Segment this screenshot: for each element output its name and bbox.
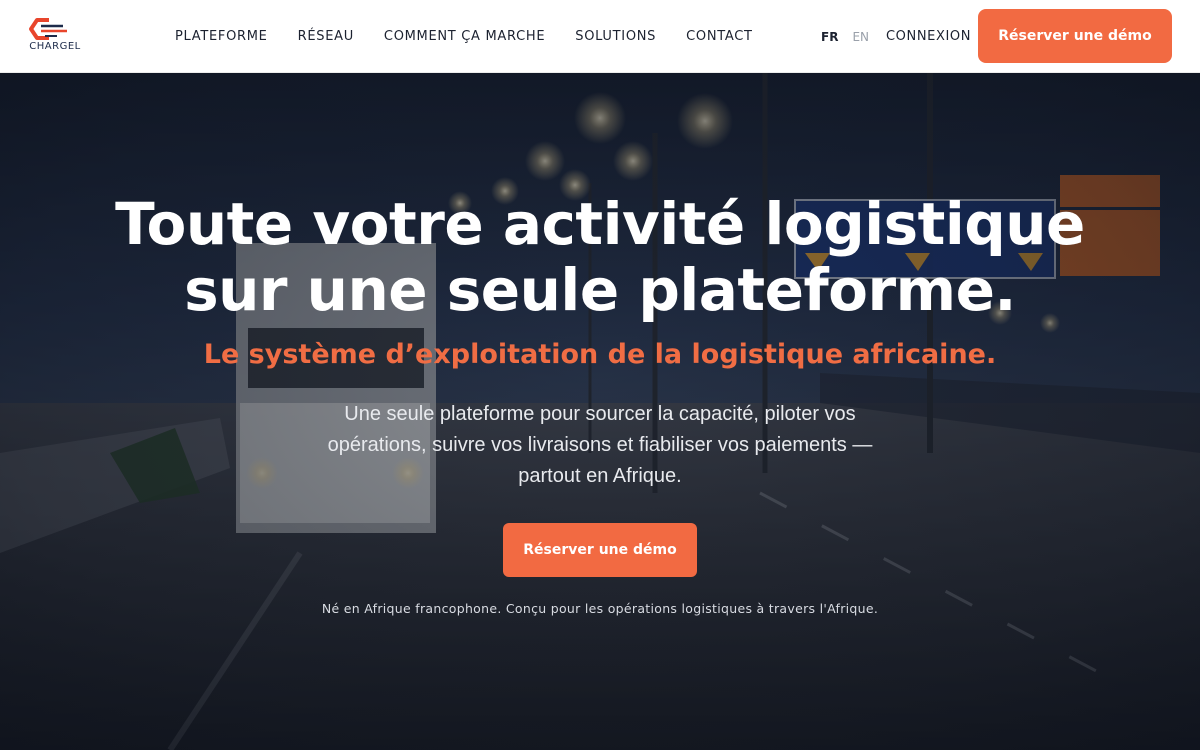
logo-mark-icon [29, 18, 67, 40]
login-link[interactable]: CONNEXION [886, 0, 971, 73]
lang-fr[interactable]: FR [821, 30, 838, 44]
main-nav: PLATEFORME RÉSEAU COMMENT ÇA MARCHE SOLU… [175, 0, 783, 73]
nav-item-plateforme[interactable]: PLATEFORME [175, 29, 268, 44]
nav-item-solutions[interactable]: SOLUTIONS [575, 29, 656, 44]
hero-demo-button[interactable]: Réserver une démo [503, 523, 697, 577]
hero-description: Une seule plateforme pour sourcer la cap… [327, 403, 873, 487]
hero-subtitle: Le système d’exploitation de la logistiq… [203, 339, 997, 370]
nav-item-comment-ca-marche[interactable]: COMMENT ÇA MARCHE [384, 29, 545, 44]
header-demo-button[interactable]: Réserver une démo [978, 9, 1172, 63]
hero-title-line-1: Toute votre activité logistique [115, 190, 1085, 258]
nav-item-reseau[interactable]: RÉSEAU [298, 29, 354, 44]
logo[interactable]: CHARGEL [27, 17, 87, 55]
hero-title: Toute votre activité logistique sur une … [100, 191, 1100, 323]
language-switcher: FR EN [821, 0, 883, 73]
site-header: CHARGEL PLATEFORME RÉSEAU COMMENT ÇA MAR… [0, 0, 1200, 73]
hero-title-line-2: sur une seule plateforme. [184, 256, 1016, 324]
hero-content: Toute votre activité logistique sur une … [0, 73, 1200, 750]
nav-item-contact[interactable]: CONTACT [686, 29, 753, 44]
hero-footnote: Né en Afrique francophone. Conçu pour le… [321, 601, 879, 616]
hero-section: Toute votre activité logistique sur une … [0, 73, 1200, 750]
logo-text: CHARGEL [29, 41, 81, 52]
lang-en[interactable]: EN [852, 30, 869, 44]
